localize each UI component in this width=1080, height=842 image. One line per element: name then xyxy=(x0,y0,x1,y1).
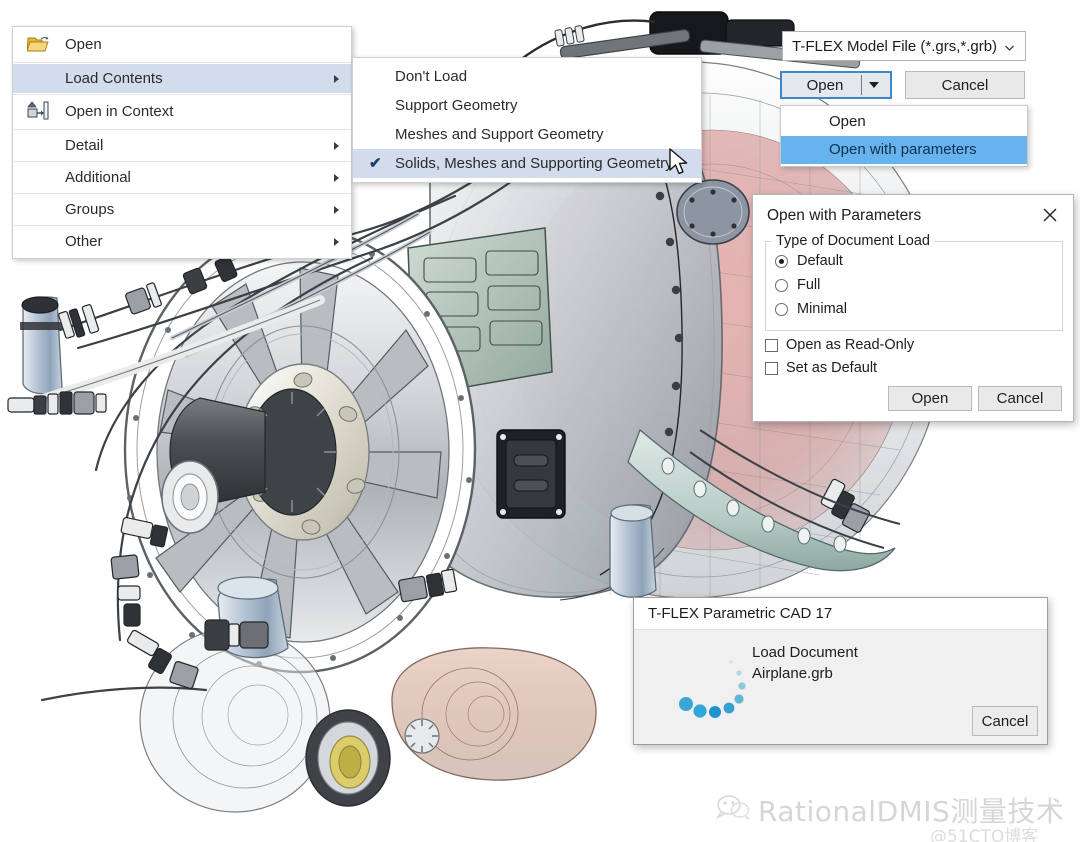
submenu-item-meshes-and-support-geometry[interactable]: Meshes and Support Geometry xyxy=(353,120,701,149)
menu-item-other[interactable]: Other xyxy=(13,227,351,256)
menu-item-label: Open in Context xyxy=(65,103,173,120)
submenu-item-label: Meshes and Support Geometry xyxy=(395,126,603,143)
progress-file-name: Airplane.grb xyxy=(752,663,858,684)
open-with-parameters-dialog[interactable]: Open with Parameters Type of Document Lo… xyxy=(752,194,1074,422)
progress-cancel-button[interactable]: Cancel xyxy=(972,706,1038,736)
dropdown-item-label: Open with parameters xyxy=(829,141,977,158)
file-type-combo[interactable]: T-FLEX Model File (*.grs,*.grb) xyxy=(782,31,1026,61)
caret-down-icon[interactable] xyxy=(869,82,879,88)
radio-indicator[interactable] xyxy=(775,255,788,268)
submenu-arrow-icon xyxy=(334,206,339,214)
menu-item-label: Load Contents xyxy=(65,70,163,87)
checkbox-label: Set as Default xyxy=(786,360,877,376)
menu-item-label: Other xyxy=(65,233,103,250)
progress-operation: Load Document xyxy=(752,642,858,663)
radio-label: Full xyxy=(797,277,820,293)
radio-label: Minimal xyxy=(797,301,847,317)
submenu-item-solids-meshes-and-supporting-geometry[interactable]: ✔ Solids, Meshes and Supporting Geometry xyxy=(353,149,701,178)
open-dropdown-menu[interactable]: Open Open with parameters xyxy=(780,105,1028,167)
radio-indicator[interactable] xyxy=(775,303,788,316)
submenu-item-label: Support Geometry xyxy=(395,97,518,114)
dialog-cancel-button[interactable]: Cancel xyxy=(978,386,1062,411)
menu-separator xyxy=(13,62,351,63)
checkmark-icon: ✔ xyxy=(369,149,382,178)
menu-item-detail[interactable]: Detail xyxy=(13,131,351,160)
radio-label: Default xyxy=(797,253,843,269)
menu-separator xyxy=(13,193,351,194)
progress-dialog-text: Load Document Airplane.grb xyxy=(752,642,858,684)
radio-minimal[interactable]: Minimal xyxy=(775,301,847,317)
menu-item-open-in-context[interactable]: Open in Context xyxy=(13,96,351,128)
cancel-button[interactable]: Cancel xyxy=(905,71,1025,99)
menu-item-label: Detail xyxy=(65,137,103,154)
radio-full[interactable]: Full xyxy=(775,277,820,293)
submenu-item-label: Solids, Meshes and Supporting Geometry xyxy=(395,155,673,172)
menu-item-label: Additional xyxy=(65,169,131,186)
menu-item-groups[interactable]: Groups xyxy=(13,195,351,224)
dropdown-item-open-with-parameters[interactable]: Open with parameters xyxy=(781,136,1027,164)
dialog-cancel-button-label: Cancel xyxy=(997,390,1044,407)
group-legend: Type of Document Load xyxy=(771,233,935,249)
menu-separator xyxy=(13,129,351,130)
dropdown-item-open[interactable]: Open xyxy=(781,108,1027,136)
menu-item-open[interactable]: Open xyxy=(13,29,351,61)
watermark-sub: @51CTO博客 xyxy=(930,822,1038,842)
menu-separator xyxy=(13,225,351,226)
checkbox-open-as-read-only[interactable]: Open as Read-Only xyxy=(765,337,914,353)
loading-spinner-icon xyxy=(662,648,752,728)
menu-item-label: Open xyxy=(65,36,102,53)
dialog-title: Open with Parameters xyxy=(767,207,921,225)
submenu-arrow-icon xyxy=(334,238,339,246)
checkbox-indicator[interactable] xyxy=(765,339,778,352)
open-button-label: Open xyxy=(807,77,844,94)
progress-dialog-title: T-FLEX Parametric CAD 17 xyxy=(648,605,832,622)
submenu-item-label: Don't Load xyxy=(395,68,467,85)
context-menu[interactable]: Open Load Contents Open in Context xyxy=(12,26,352,259)
open-split-divider xyxy=(861,75,862,95)
load-progress-dialog[interactable]: T-FLEX Parametric CAD 17 Load Document A… xyxy=(633,597,1048,745)
progress-cancel-label: Cancel xyxy=(982,713,1029,730)
dialog-open-button[interactable]: Open xyxy=(888,386,972,411)
checkbox-set-as-default[interactable]: Set as Default xyxy=(765,360,877,376)
menu-item-additional[interactable]: Additional xyxy=(13,163,351,192)
cancel-button-label: Cancel xyxy=(942,77,989,94)
close-icon[interactable] xyxy=(1037,203,1063,227)
progress-dialog-body: Load Document Airplane.grb Cancel xyxy=(634,630,1047,744)
screenshot-root: Open Load Contents Open in Context xyxy=(0,0,1080,842)
checkbox-indicator[interactable] xyxy=(765,362,778,375)
dropdown-item-label: Open xyxy=(829,113,866,130)
submenu-arrow-icon xyxy=(334,142,339,150)
file-type-combo-value: T-FLEX Model File (*.grs,*.grb) xyxy=(792,38,997,55)
submenu-item-dont-load[interactable]: Don't Load xyxy=(353,62,701,91)
submenu-item-support-geometry[interactable]: Support Geometry xyxy=(353,91,701,120)
radio-indicator[interactable] xyxy=(775,279,788,292)
dialog-open-button-label: Open xyxy=(912,390,949,407)
submenu-arrow-icon xyxy=(334,174,339,182)
menu-item-label: Groups xyxy=(65,201,114,218)
menu-item-load-contents[interactable]: Load Contents xyxy=(13,64,351,93)
checkbox-label: Open as Read-Only xyxy=(786,337,914,353)
submenu-arrow-icon xyxy=(334,75,339,83)
load-contents-submenu[interactable]: Don't Load Support Geometry Meshes and S… xyxy=(352,57,702,183)
menu-separator xyxy=(13,94,351,95)
menu-separator xyxy=(13,161,351,162)
wechat-icon xyxy=(716,794,750,827)
chevron-down-icon[interactable] xyxy=(1004,41,1015,52)
radio-default[interactable]: Default xyxy=(775,253,843,269)
